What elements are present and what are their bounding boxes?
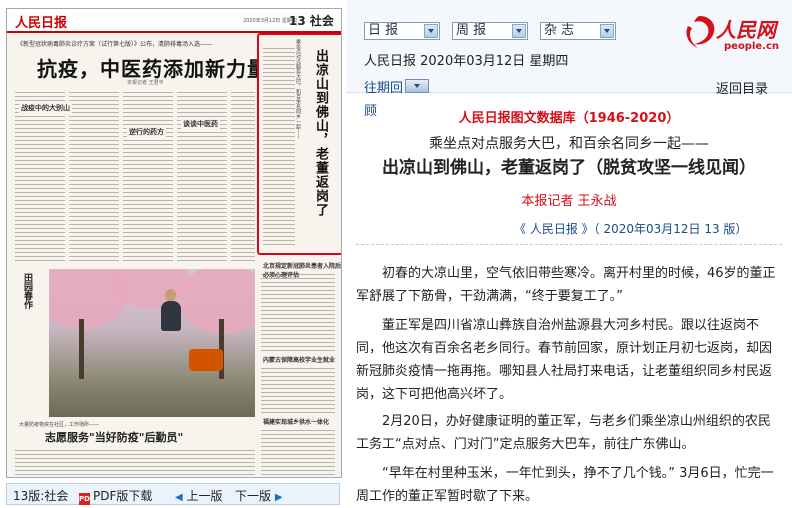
highlight-vertical-title: 出凉山到佛山，老董返岗了 <box>313 49 328 217</box>
newspaper-text-column <box>177 89 227 261</box>
issue-date-line: 人民日报 2020年03月12日 星期四 <box>364 54 569 69</box>
article-paragraph: 2月20日，办好健康证明的董正军，与老乡们乘坐凉山州组织的农民工务工“点对点、门… <box>356 414 771 452</box>
farmer-figure <box>161 301 181 331</box>
daily-select[interactable]: 日 报 <box>364 22 440 40</box>
highlight-vertical-subtitle: 乘坐点对点服务大巴，和百余名同乡一起—— <box>295 39 301 139</box>
article-panel: 日 报 周 报 杂 志 人民网 people.cn 人民日报 2020年03月1… <box>346 0 792 508</box>
people-cn-logo[interactable]: 人民网 people.cn <box>680 12 790 54</box>
chevron-down-icon[interactable] <box>405 79 430 93</box>
newspaper-headline[interactable]: 抗疫，中医药添加新力量 <box>37 53 268 82</box>
newspaper-subhead: 谈谈中医药 <box>181 119 220 129</box>
newspaper-kicker-2: 大量防疫物资在社区，工作场所—— <box>19 422 100 428</box>
page-navigation-bar: 13版:社会 PDFPDF版下载 ◀ 上一版 下一版 ▶ <box>6 483 340 505</box>
newspaper-text-column <box>261 271 335 351</box>
prev-page-label: 上一版 <box>186 489 223 503</box>
chevron-down-icon <box>512 24 526 38</box>
newspaper-panel: 人民日报 2020年3月12日 星期四 13 社会 《新型冠状病毒肺炎诊疗方案（… <box>0 0 346 508</box>
chevron-down-icon <box>600 24 614 38</box>
past-issues-label: 往期回 <box>364 81 404 96</box>
newspaper-side-title[interactable]: 内蒙古保障高校学业生就业 <box>263 355 335 364</box>
current-page-label[interactable]: 13版:社会 <box>13 487 68 504</box>
article-paragraph: “早年在村里种玉米，一年忙到头，挣不了几个钱。” 3月6日，忙完一周工作的董正军… <box>356 466 774 504</box>
newspaper-text-column <box>69 89 119 261</box>
newspaper-page-label: 13 社会 <box>289 14 334 28</box>
newspaper-text-column <box>263 45 295 247</box>
pdf-download-label: PDF版下载 <box>93 489 153 503</box>
divider <box>356 244 782 245</box>
newspaper-text-column <box>261 365 335 413</box>
article-subtitle: 乘坐点对点服务大巴，和百余名同乡一起—— <box>429 136 709 152</box>
newspaper-kicker: 《新型冠状病毒肺炎诊疗方案（试行第七版）》公布，清肺排毒汤入选—— <box>17 41 213 48</box>
farmer-head <box>165 289 176 301</box>
daily-select-value: 日 报 <box>368 23 399 38</box>
article-source: 《 人民日报 》（ 2020年03月12日 13 版） <box>514 222 748 236</box>
blossom-tree <box>179 269 255 334</box>
newspaper-text-column <box>231 89 255 261</box>
magazine-select[interactable]: 杂 志 <box>540 22 616 40</box>
tree-trunk <box>79 319 84 379</box>
chevron-down-icon <box>424 24 438 38</box>
article-paragraph: 董正军是四川省凉山彝族自治州盐源县大河乡村民。跟以往返岗不同，他这次有百余名老乡… <box>356 318 773 402</box>
newspaper-logo: 人民日报 <box>15 16 68 31</box>
article-author: 本报记者 王永战 <box>521 194 617 209</box>
pdf-download-link[interactable]: PDFPDF版下载 <box>79 487 152 505</box>
newspaper-headline-2[interactable]: 志愿服务"当好防疫"后勤员" <box>45 429 183 445</box>
newspaper-subhead: 战疫中的大别山 <box>19 103 72 113</box>
arrow-left-icon: ◀ <box>175 492 183 503</box>
newspaper-text-column <box>15 447 255 475</box>
weekly-select-value: 周 报 <box>456 23 487 38</box>
article-title: 出凉山到佛山，老董返岗了（脱贫攻坚一线见闻） <box>382 158 756 178</box>
back-to-contents-link[interactable]: 返回目录 <box>716 78 768 97</box>
newspaper-page-image[interactable]: 人民日报 2020年3月12日 星期四 13 社会 《新型冠状病毒肺炎诊疗方案（… <box>6 8 342 478</box>
newspaper-side-title[interactable]: 福建实现城乡供水一体化 <box>263 417 329 426</box>
newspaper-byline: 本报记者 王君平 <box>127 80 164 86</box>
newspaper-masthead: 人民日报 2020年3月12日 星期四 13 社会 <box>7 9 341 33</box>
logo-url: people.cn <box>724 41 780 52</box>
newspaper-photo <box>49 269 255 417</box>
next-page-label: 下一版 <box>235 489 272 503</box>
photo-caption: 田园春作 <box>22 273 32 309</box>
past-issues-link[interactable]: 往期回 <box>364 77 430 96</box>
logo-name: 人民网 <box>716 18 776 42</box>
next-page-link[interactable]: 下一版 ▶ <box>235 487 283 504</box>
newspaper-text-column <box>123 89 173 261</box>
tiller-machine <box>189 349 223 371</box>
article-paragraph: 初春的大凉山里，空气依旧带些寒冷。离开村里的时候，46岁的董正军舒展了下筋骨，干… <box>356 266 776 304</box>
newspaper-side-title[interactable]: 北京规定新冠肺炎患者入院后必须心理评估 <box>263 261 341 279</box>
database-title: 人民日报图文数据库（1946-2020） <box>458 111 680 126</box>
top-navigation: 日 报 周 报 杂 志 人民网 people.cn 人民日报 2020年03月1… <box>346 0 792 97</box>
newspaper-text-column <box>261 427 335 475</box>
pdf-icon: PDF <box>79 493 95 505</box>
weekly-select[interactable]: 周 报 <box>452 22 528 40</box>
arrow-right-icon: ▶ <box>274 492 283 503</box>
prev-page-link[interactable]: ◀ 上一版 <box>175 487 223 504</box>
people-logo-icon <box>686 16 715 48</box>
newspaper-subhead: 逆行的药方 <box>127 127 166 137</box>
newspaper-text-column <box>15 89 65 261</box>
magazine-select-value: 杂 志 <box>544 23 575 38</box>
